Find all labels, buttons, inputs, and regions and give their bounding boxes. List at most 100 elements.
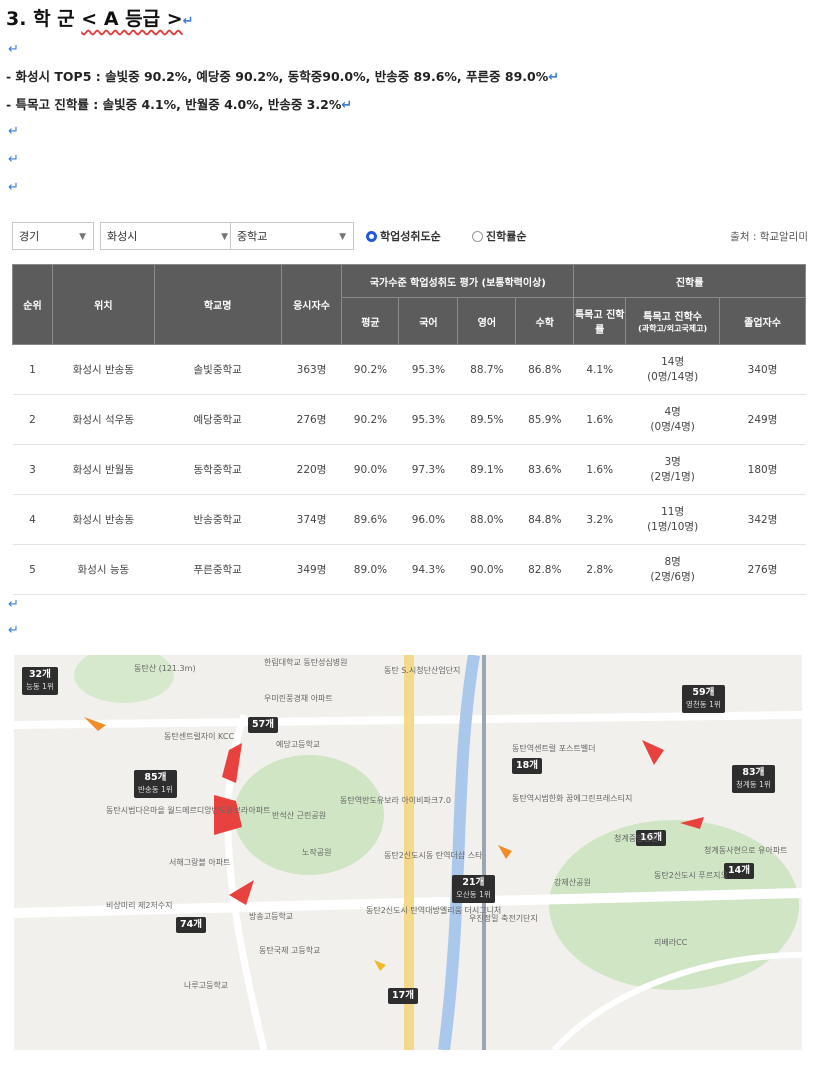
- header-special-rate: 특목고 진학률: [573, 297, 627, 345]
- cell-graduates: 340명: [719, 344, 806, 395]
- map-count-tag[interactable]: 85개 반송동 1위: [134, 770, 177, 798]
- map-count-tag[interactable]: 21개오산동 1위: [452, 875, 495, 903]
- header-special-count-label: 특목고 진학수: [643, 312, 702, 323]
- cell-avg: 89.6%: [341, 494, 399, 545]
- map-poi-label: 동탄 S.시청단산업단지: [384, 666, 461, 675]
- cell-special-count-breakdown: (2명/1명): [650, 470, 695, 483]
- radio-advance-label: 진학률순: [486, 230, 527, 243]
- paragraph-mark-icon: ↵: [8, 124, 19, 139]
- map-poi-label: 서해그랑블 아파트: [169, 858, 231, 867]
- cell-special-rate: 1.6%: [573, 394, 626, 445]
- map-count-tag[interactable]: 74개: [176, 917, 206, 933]
- radio-unselected-icon: [472, 231, 483, 242]
- cell-special-count-total: 8명: [664, 555, 681, 568]
- table-row: 1 화성시 반송동 솔빛중학교 363명 90.2% 95.3% 88.7% 86.8% 4.1…: [12, 344, 806, 395]
- header-special-count: 특목고 진학수 (과학고/외고국제고): [625, 297, 721, 345]
- map-count-tag-sub: 능동 1위: [26, 682, 54, 691]
- map-poi-label: 청계중앙공원: [614, 834, 659, 843]
- cell-special-count: 4명 (0명/4명): [625, 394, 720, 445]
- bullet-special: - 특목고 진학률 : 솔빛중 4.1%, 반월중 4.0%, 반송중 3.2%…: [6, 94, 352, 113]
- region-select[interactable]: 경기 ▼: [12, 222, 94, 250]
- cell-school: 푸른중학교: [154, 544, 282, 595]
- radio-score-order[interactable]: 학업성취도순: [366, 228, 441, 244]
- chevron-down-icon: ▼: [221, 232, 228, 242]
- cell-korean: 96.0%: [398, 494, 458, 545]
- map-count-tag[interactable]: 32개능동 1위: [22, 667, 58, 695]
- header-national-group: 국가수준 학업성취도 평가 (보통학력이상): [341, 264, 575, 298]
- map-poi-label: 리베라CC: [654, 938, 688, 947]
- map-count-tag-count: 57개: [252, 719, 274, 730]
- map-count-tag[interactable]: 83개 청계동 1위: [732, 765, 775, 793]
- table-row: 3 화성시 반월동 동학중학교 220명 90.0% 97.3% 89.1% 83.6% 1.6…: [12, 444, 806, 495]
- city-select[interactable]: 화성시 ▼: [100, 222, 236, 250]
- cell-korean: 95.3%: [398, 394, 458, 445]
- map-count-tag-sub: 오산동 1위: [456, 890, 491, 899]
- cell-graduates: 180명: [719, 444, 806, 495]
- paragraph-mark-icon: ↵: [8, 152, 19, 167]
- map-count-tag[interactable]: 59개 영천동 1위: [682, 685, 725, 713]
- header-location: 위치: [51, 264, 155, 345]
- cell-special-count-breakdown: (1명/10명): [647, 520, 699, 533]
- map-poi-label: 반석산 근린공원: [272, 811, 327, 820]
- cell-special-count-total: 3명: [664, 455, 681, 468]
- map-count-tag[interactable]: 14개: [724, 863, 754, 879]
- cell-rank: 5: [12, 544, 53, 595]
- chevron-down-icon: ▼: [339, 232, 346, 242]
- map-poi-label: 동탄산 (121.3m): [134, 664, 196, 673]
- header-advance-group: 진학률: [573, 264, 806, 298]
- map-count-tag-count: 18개: [516, 760, 538, 771]
- cell-special-rate: 2.8%: [573, 544, 626, 595]
- cell-special-count-total: 11명: [661, 505, 685, 518]
- radio-advance-order[interactable]: 진학률순: [472, 228, 526, 244]
- map-count-tag-count: 74개: [180, 919, 202, 930]
- cell-school: 솔빛중학교: [154, 344, 282, 395]
- cell-location: 화성시 능동: [52, 544, 155, 595]
- map-poi-label: 동탄2신도시동 탄역더샵 스타: [384, 851, 483, 860]
- filter-bar: 경기 ▼ 화성시 ▼ 중학교 ▼ 학업성취도순 진학률순 출처 : 학교알리미: [12, 222, 808, 252]
- map-poi-label: 동탄국제 고등학교: [259, 946, 321, 955]
- map-count-tag[interactable]: 57개: [248, 717, 278, 733]
- cell-math: 85.9%: [515, 394, 574, 445]
- cell-english: 90.0%: [457, 544, 516, 595]
- map-poi-label: 동탄역센트럴 포스트벨더: [512, 744, 596, 753]
- cell-special-count-total: 4명: [664, 405, 681, 418]
- header-korean: 국어: [398, 297, 459, 345]
- map-count-tag[interactable]: 17개: [388, 988, 418, 1004]
- map-poi-label: 방송고등학교: [249, 912, 294, 921]
- map-count-tag-count: 21개: [462, 877, 485, 888]
- map-count-tag-sub: 청계동 1위: [736, 780, 771, 789]
- header-english: 영어: [457, 297, 517, 345]
- cell-math: 82.8%: [515, 544, 574, 595]
- cell-avg: 89.0%: [341, 544, 399, 595]
- cell-math: 86.8%: [515, 344, 574, 395]
- cell-special-rate: 4.1%: [573, 344, 626, 395]
- paragraph-mark-icon: ↵: [182, 14, 194, 29]
- cell-korean: 95.3%: [398, 344, 458, 395]
- table-row: 5 화성시 능동 푸른중학교 349명 89.0% 94.3% 90.0% 82.8% 2.8%…: [12, 544, 806, 595]
- cell-avg: 90.2%: [341, 344, 399, 395]
- school-map[interactable]: 32개능동 1위 57개 85개 반송동 1위 74개 18개 21개오산동 1위 17개 59…: [14, 655, 802, 1050]
- map-count-tag-count: 59개: [692, 687, 715, 698]
- table-row: 4 화성시 반송동 반송중학교 374명 89.6% 96.0% 88.0% 84.8% 3.2…: [12, 494, 806, 545]
- cell-location: 화성시 반송동: [52, 344, 155, 395]
- map-poi-label: 한림대학교 동탄성심병원: [264, 658, 348, 667]
- map-count-tag-count: 32개: [28, 669, 51, 680]
- cell-special-count: 3명 (2명/1명): [625, 444, 720, 495]
- map-poi-label: 동탄2신도시 푸르지오: [654, 871, 728, 880]
- map-poi-label: 예당고등학교: [276, 740, 321, 749]
- map-count-tag-count: 17개: [392, 990, 414, 1001]
- cell-test-takers: 220명: [281, 444, 342, 495]
- map-count-tag[interactable]: 18개: [512, 758, 542, 774]
- cell-test-takers: 363명: [281, 344, 342, 395]
- header-test-takers: 응시자수: [280, 264, 343, 345]
- bullet-top5: - 화성시 TOP5 : 솔빛중 90.2%, 예당중 90.2%, 동학중90…: [6, 66, 559, 85]
- level-select[interactable]: 중학교 ▼: [230, 222, 354, 250]
- section-heading: 3. 학 군 < A 등급 >↵: [6, 4, 194, 31]
- map-poi-label: 동탄역반도유보라 아이비파크7.0: [340, 796, 451, 805]
- table-row: 2 화성시 석우동 예당중학교 276명 90.2% 95.3% 89.5% 85.9% 1.6…: [12, 394, 806, 445]
- cell-math: 84.8%: [515, 494, 574, 545]
- cell-english: 88.7%: [457, 344, 516, 395]
- heading-grade: < A 등급 >: [81, 8, 183, 30]
- paragraph-mark-icon: ↵: [548, 70, 560, 85]
- map-count-tag-sub: 반송동 1위: [138, 785, 173, 794]
